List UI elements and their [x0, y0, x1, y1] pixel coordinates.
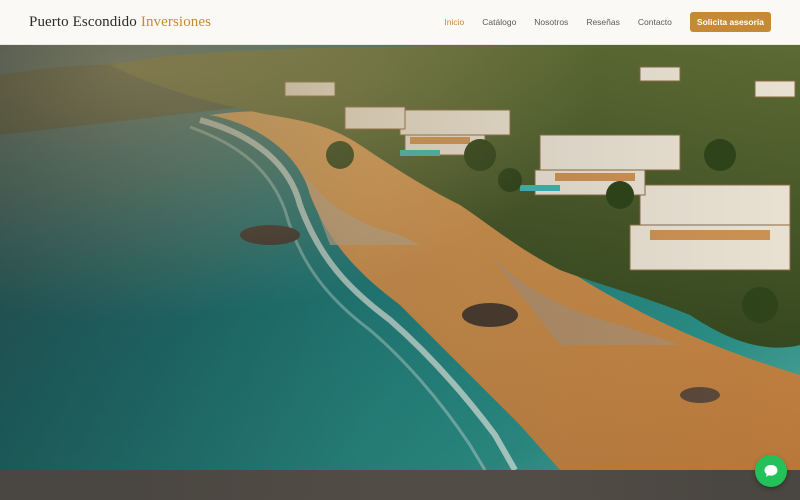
nav-link-nosotros[interactable]: Nosotros: [534, 17, 568, 27]
main-nav: Inicio Catálogo Nosotros Reseñas Contact…: [426, 12, 771, 32]
nav-link-inicio[interactable]: Inicio: [444, 17, 464, 27]
chat-widget-button[interactable]: [755, 455, 787, 487]
request-advice-button[interactable]: Solicita asesoría: [689, 12, 771, 32]
chat-bubble-icon: [764, 465, 778, 477]
hero-photo-illustration: [0, 45, 800, 470]
band-shade: [130, 470, 730, 500]
nav-link-contacto[interactable]: Contacto: [638, 17, 672, 27]
nav-link-catalogo[interactable]: Catálogo: [482, 17, 516, 27]
brand-name: Puerto Escondido: [29, 13, 137, 30]
hero-image: [0, 45, 800, 470]
hero-bottom-band: [0, 470, 800, 500]
brand-logo[interactable]: Puerto Escondido Inversiones: [29, 14, 211, 31]
brand-name-accent: Inversiones: [140, 13, 212, 30]
site-header: Puerto Escondido Inversiones Inicio Catál…: [0, 0, 800, 45]
nav-link-resenas[interactable]: Reseñas: [586, 17, 620, 27]
